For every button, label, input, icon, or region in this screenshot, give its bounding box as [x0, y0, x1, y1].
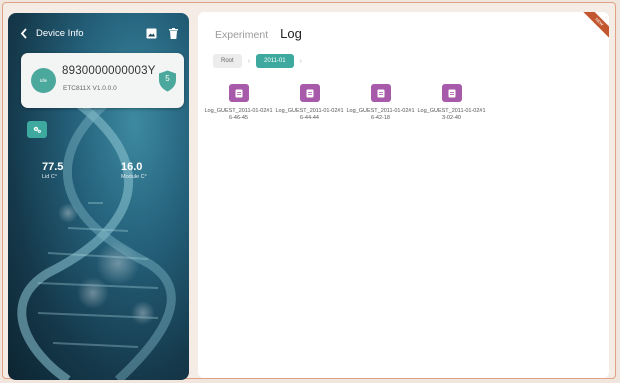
image-button[interactable]	[145, 27, 157, 39]
chevron-left-icon	[20, 27, 27, 39]
device-card[interactable]: Idle 8930000000003Y ETC811X V1.0.0.0 5	[21, 53, 184, 108]
tab-experiment[interactable]: Experiment	[215, 29, 268, 41]
breadcrumb: Root › 2011-01 ›	[213, 54, 302, 68]
device-settings-button[interactable]	[27, 121, 47, 138]
breadcrumb-separator-icon: ›	[299, 57, 302, 65]
log-file-item[interactable]: Log_GUEST_2011-01-02#16-42-18	[345, 84, 416, 121]
breadcrumb-current[interactable]: 2011-01	[256, 54, 294, 68]
settings-icon	[33, 126, 41, 133]
log-file-list: Log_GUEST_2011-01-02#16-46-45 Log_GUEST_…	[203, 84, 487, 121]
module-temperature-value: 16.0	[121, 161, 143, 173]
log-file-name: Log_GUEST_2011-01-02#13-02-40	[417, 108, 486, 121]
log-file-name: Log_GUEST_2011-01-02#16-44-44	[275, 108, 344, 121]
device-panel: Device Info Idle 8930000000003Y ETC811X …	[8, 13, 189, 380]
log-file-name: Log_GUEST_2011-01-02#16-46-45	[204, 108, 273, 121]
log-file-icon	[370, 84, 391, 102]
breadcrumb-root[interactable]: Root	[213, 54, 242, 68]
log-file-item[interactable]: Log_GUEST_2011-01-02#16-46-45	[203, 84, 274, 121]
tab-bar: Experiment Log	[215, 26, 302, 41]
device-id: 8930000000003Y	[62, 65, 156, 77]
log-file-item[interactable]: Log_GUEST_2011-01-02#13-02-40	[416, 84, 487, 121]
module-temperature-label: Module C°	[121, 174, 147, 180]
breadcrumb-separator-icon: ›	[247, 57, 251, 65]
back-button[interactable]	[20, 24, 34, 42]
device-model-version: ETC811X V1.0.0.0	[63, 85, 117, 92]
device-panel-title: Device Info	[36, 27, 84, 39]
trash-icon	[168, 27, 178, 39]
corner-ribbon-label: NEW	[579, 12, 609, 42]
log-panel: Experiment Log Root › 2011-01 › Log_GUES…	[198, 12, 609, 378]
module-temperature: 16.0 Module C°	[121, 161, 147, 180]
shield-badge: 5	[158, 70, 177, 92]
log-file-name: Log_GUEST_2011-01-02#16-42-18	[346, 108, 415, 121]
lid-temperature-label: Lid C°	[42, 174, 58, 180]
corner-ribbon: NEW	[575, 12, 609, 46]
image-icon	[146, 28, 156, 38]
device-panel-header: Device Info	[20, 24, 179, 42]
lid-temperature-value: 77.5	[42, 161, 64, 173]
badge-number: 5	[165, 74, 170, 83]
log-file-item[interactable]: Log_GUEST_2011-01-02#16-44-44	[274, 84, 345, 121]
tab-log[interactable]: Log	[280, 26, 302, 41]
log-file-icon	[441, 84, 462, 102]
device-status-indicator: Idle	[31, 68, 56, 93]
log-file-icon	[228, 84, 249, 102]
delete-button[interactable]	[167, 27, 179, 39]
log-file-icon	[299, 84, 320, 102]
lid-temperature: 77.5 Lid C°	[42, 161, 63, 180]
